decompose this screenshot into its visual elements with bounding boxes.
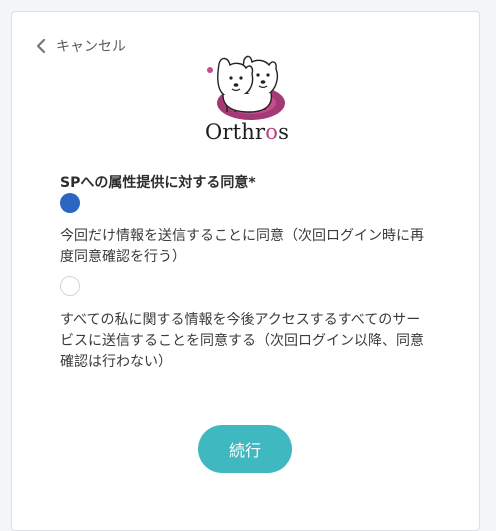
orthros-wordmark: Orthros: [199, 120, 295, 144]
consent-card: キャンセル Orthros SPへの属性提供に対する同意* 今回だけ情報を送信す…: [11, 11, 480, 531]
chevron-left-icon: [36, 38, 46, 54]
consent-heading: SPへの属性提供に対する同意*: [60, 175, 256, 191]
option-label-always: すべての私に関する情報を今後アクセスするすべてのサービスに送信することを同意する…: [60, 312, 424, 370]
continue-button[interactable]: 続行: [198, 425, 292, 473]
cancel-link[interactable]: キャンセル: [35, 36, 126, 56]
wordmark-end: s: [278, 120, 290, 144]
wordmark-accent: o: [265, 120, 279, 144]
radio-consent-always[interactable]: [60, 276, 80, 296]
orthros-logo: Orthros: [199, 48, 295, 148]
radio-consent-once[interactable]: [60, 193, 80, 213]
option-label-once: 今回だけ情報を送信することに同意（次回ログイン時に再度同意確認を行う）: [60, 228, 424, 265]
cancel-label: キャンセル: [56, 39, 126, 55]
wordmark-main: Orthr: [204, 120, 266, 144]
orthros-dog-logo: [207, 55, 285, 120]
